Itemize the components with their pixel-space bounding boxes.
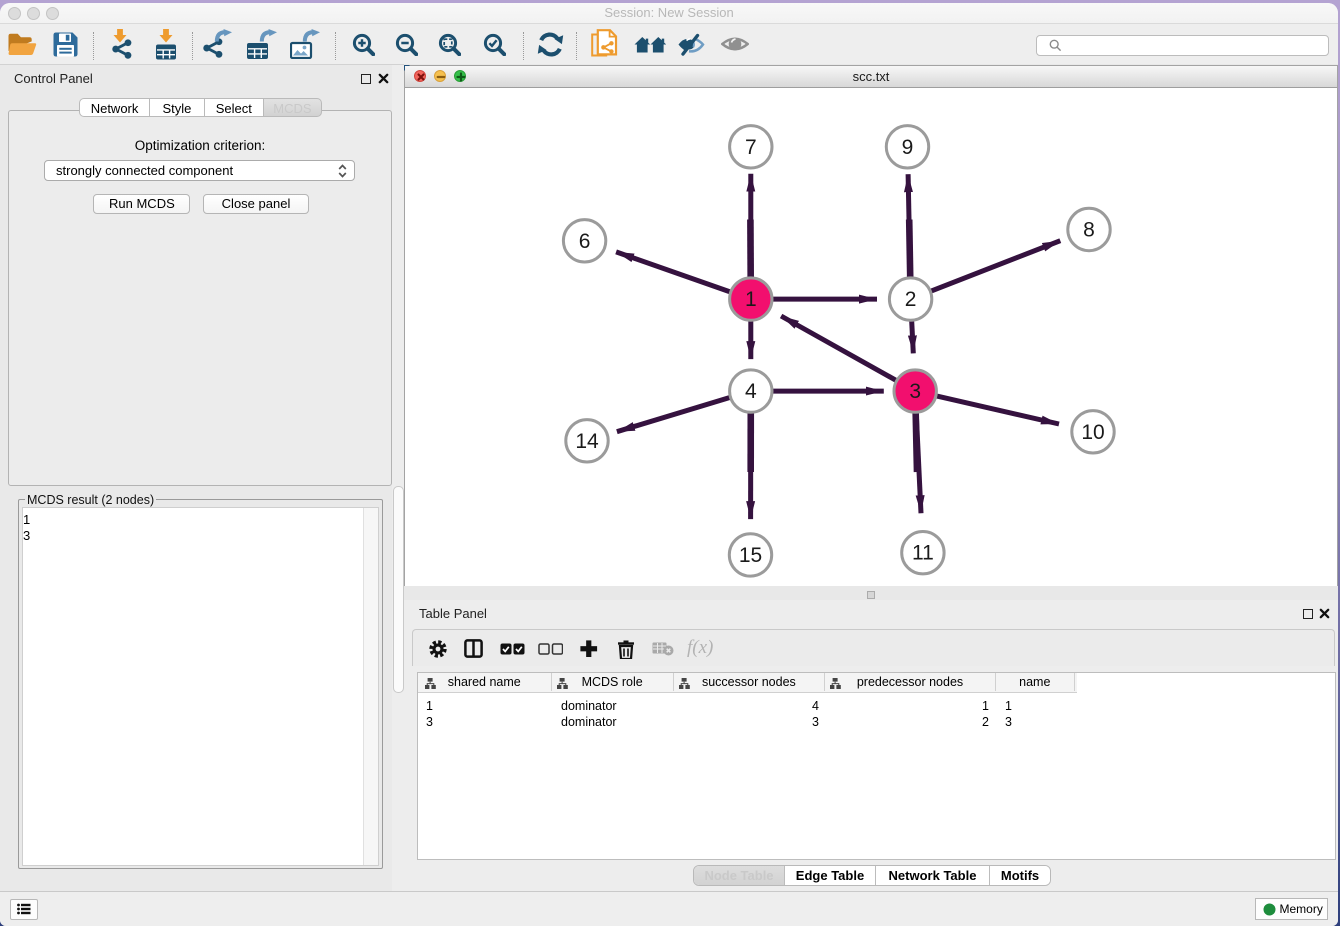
svg-text:1: 1 <box>745 288 757 311</box>
svg-text:6: 6 <box>579 229 591 252</box>
svg-text:8: 8 <box>1083 218 1095 241</box>
svg-text:3: 3 <box>909 380 921 403</box>
svg-text:9: 9 <box>902 135 914 158</box>
svg-text:4: 4 <box>745 380 757 403</box>
svg-text:10: 10 <box>1081 420 1104 443</box>
svg-text:2: 2 <box>905 288 917 311</box>
svg-text:15: 15 <box>739 543 762 566</box>
svg-text:11: 11 <box>912 541 934 564</box>
svg-text:14: 14 <box>575 429 599 452</box>
svg-text:7: 7 <box>745 135 757 158</box>
